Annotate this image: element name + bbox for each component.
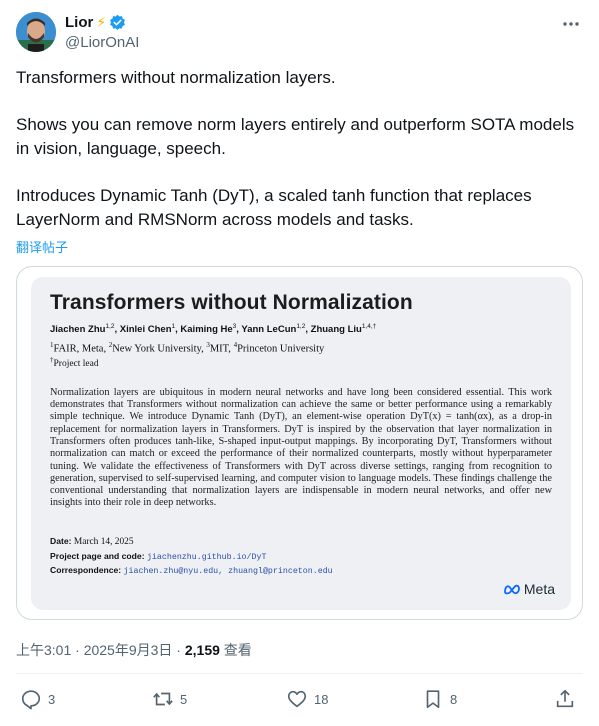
tweet-header: Lior ⚡ @LiorOnAI <box>16 12 583 56</box>
repost-count: 5 <box>180 691 188 707</box>
author-name: Yann LeCun <box>241 324 297 336</box>
avatar-photo-icon <box>16 12 56 52</box>
reply-icon <box>21 690 41 710</box>
affil-text: FAIR, Meta, <box>53 343 109 355</box>
affil-text: MIT, <box>209 343 234 355</box>
like-button[interactable]: 18 <box>286 688 328 710</box>
post-time[interactable]: 上午3:01 · 2025年9月3日 · <box>16 642 185 658</box>
lead-text: Project lead <box>53 358 99 369</box>
like-count: 18 <box>314 691 329 707</box>
share-icon <box>556 689 574 708</box>
bookmark-count: 8 <box>450 691 458 707</box>
date-label: Date: <box>50 536 72 546</box>
tweet-paragraph: Transformers without normalization layer… <box>16 68 336 87</box>
tweet-text: Transformers without normalization layer… <box>16 66 576 232</box>
author-name: Xinlei Chen <box>119 324 172 336</box>
author-sup: 1,2 <box>296 323 306 330</box>
author-sup: 3 <box>232 323 237 330</box>
lightning-emoji: ⚡ <box>96 14 107 30</box>
reply-button[interactable]: 3 <box>20 688 55 710</box>
heart-icon <box>287 690 307 708</box>
date-value: March 14, 2025 <box>73 537 134 547</box>
project-label: Project page and code: <box>50 550 145 561</box>
author-name: Jiachen Zhu <box>50 324 106 336</box>
reply-count: 3 <box>48 691 56 707</box>
paper-preview: Transformers without Normalization Jiach… <box>31 277 571 610</box>
more-options-button[interactable] <box>561 14 581 34</box>
bookmark-button[interactable]: 8 <box>422 688 457 710</box>
more-icon <box>563 22 579 26</box>
avatar[interactable] <box>16 12 56 52</box>
tweet-timestamp: 上午3:01 · 2025年9月3日 · 2,159 查看 <box>16 640 252 660</box>
author-name: Kaiming He <box>180 324 233 336</box>
paper-metadata: Date: March 14, 2025 Project page and co… <box>50 535 333 579</box>
meta-logo-text: Meta <box>523 581 555 597</box>
verified-badge-icon <box>110 14 126 30</box>
translate-post-link[interactable]: 翻译帖子 <box>16 237 68 256</box>
views-label: 查看 <box>219 642 252 658</box>
action-bar: 3 5 18 8 <box>16 688 583 714</box>
share-button[interactable] <box>554 688 576 710</box>
divider <box>16 673 583 674</box>
display-name[interactable]: Lior <box>65 14 93 31</box>
user-handle[interactable]: @LiorOnAI <box>65 34 139 51</box>
author-name: Zhuang Liu <box>310 324 362 336</box>
correspondence-emails: jiachen.zhu@nyu.edu, zhuangl@princeton.e… <box>123 567 333 576</box>
meta-logo: Meta <box>503 581 555 597</box>
author-sup: 1 <box>171 323 176 330</box>
name-row: Lior ⚡ <box>65 14 126 31</box>
affil-text: New York University, <box>112 343 207 355</box>
author-sup: 1,2 <box>105 323 115 330</box>
correspondence-label: Correspondence: <box>50 565 122 575</box>
views-count: 2,159 <box>184 642 220 658</box>
affil-text: Princeton University <box>237 343 325 355</box>
project-lead-note: †Project lead <box>50 356 551 369</box>
repost-icon <box>153 692 173 706</box>
author-sup: 1,4,† <box>361 323 377 330</box>
tweet-paragraph: Introduces Dynamic Tanh (DyT), a scaled … <box>16 186 532 229</box>
tweet-paragraph: Shows you can remove norm layers entirel… <box>16 115 575 158</box>
repost-button[interactable]: 5 <box>152 688 187 710</box>
media-image[interactable]: Transformers without Normalization Jiach… <box>16 266 583 620</box>
bookmark-icon <box>426 690 440 709</box>
paper-title: Transformers without Normalization <box>50 291 413 314</box>
paper-abstract: Normalization layers are ubiquitous in m… <box>50 386 552 509</box>
paper-affiliations: 1FAIR, Meta, 2New York University, 3MIT,… <box>50 341 551 355</box>
project-link: jiachenzhu.github.io/DyT <box>146 552 267 562</box>
meta-infinity-icon <box>504 584 520 595</box>
paper-authors: Jiachen Zhu1,2, Xinlei Chen1, Kaiming He… <box>50 323 377 336</box>
